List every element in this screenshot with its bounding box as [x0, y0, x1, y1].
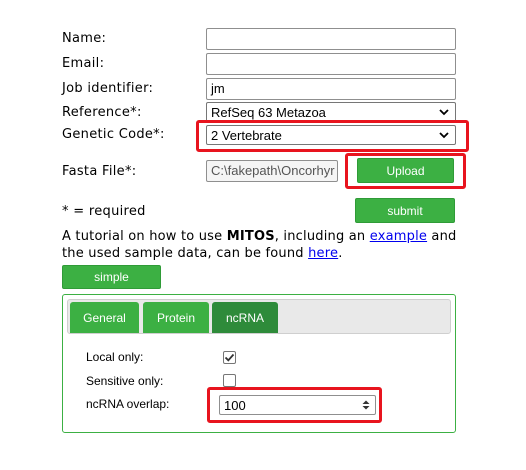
ncrna-overlap-label: ncRNA overlap:	[86, 397, 170, 411]
tutorial-text-part: A tutorial on how to use	[62, 229, 227, 244]
email-label: Email:	[62, 56, 105, 71]
genetic-code-select[interactable]: 2 Vertebrate	[206, 125, 456, 145]
tutorial-text-part: , including an	[274, 229, 370, 244]
name-input[interactable]	[206, 28, 456, 50]
check-icon	[224, 353, 235, 362]
chevron-down-icon	[439, 109, 449, 116]
fasta-file-input[interactable]: C:\fakepath\Oncorhyr	[206, 160, 338, 182]
name-label: Name:	[62, 31, 107, 46]
app-name: MITOS	[226, 229, 275, 244]
simple-mode-button[interactable]: simple	[62, 265, 161, 289]
sensitive-only-checkbox[interactable]	[223, 374, 236, 387]
reference-select-value: RefSeq 63 Metazoa	[211, 104, 326, 120]
reference-select[interactable]: RefSeq 63 Metazoa	[206, 102, 456, 122]
tutorial-text-part: .	[338, 246, 343, 261]
submit-button[interactable]: submit	[355, 198, 455, 223]
fasta-file-label: Fasta File*:	[62, 164, 137, 179]
tab-general[interactable]: General	[70, 302, 139, 333]
upload-button[interactable]: Upload	[357, 158, 454, 183]
reference-label: Reference*:	[62, 105, 142, 120]
example-link[interactable]: example	[370, 229, 427, 244]
here-link[interactable]: here	[308, 246, 338, 261]
ncrna-overlap-input[interactable]: 100	[219, 395, 376, 415]
local-only-checkbox[interactable]	[223, 351, 236, 364]
required-note: * = required	[62, 204, 146, 219]
local-only-label: Local only:	[86, 350, 144, 364]
ncrna-overlap-value: 100	[224, 397, 246, 413]
email-input[interactable]	[206, 53, 456, 75]
chevron-down-icon	[439, 132, 449, 139]
genetic-code-label: Genetic Code*:	[62, 127, 165, 142]
tutorial-text: A tutorial on how to use MITOS, includin…	[62, 228, 460, 262]
job-identifier-input[interactable]: jm	[206, 78, 456, 100]
job-identifier-label: Job identifier:	[62, 81, 154, 96]
sensitive-only-label: Sensitive only:	[86, 374, 164, 388]
tab-protein[interactable]: Protein	[143, 302, 209, 333]
tab-ncrna[interactable]: ncRNA	[212, 302, 278, 333]
spinner-arrows-icon[interactable]	[361, 398, 371, 412]
genetic-code-select-value: 2 Vertebrate	[211, 127, 282, 143]
